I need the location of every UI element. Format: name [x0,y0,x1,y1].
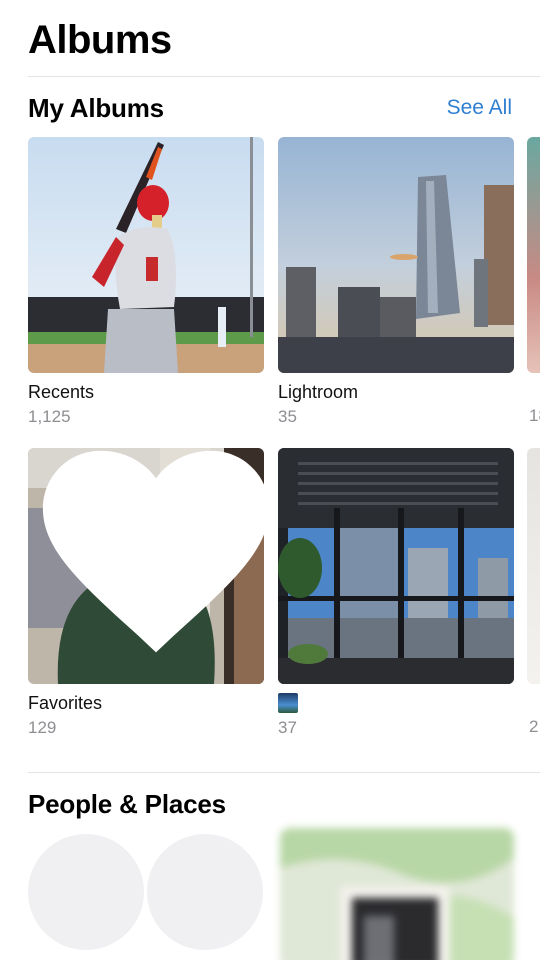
album-name: Recents [28,382,95,402]
section-divider [28,772,540,773]
skyline-photo [278,137,514,373]
album-thumbnail-icon [278,693,298,713]
album-peek-count: 18 [529,406,540,425]
album-thumbnail-recents[interactable] [28,137,264,373]
album-count: 35 [278,407,297,426]
header-divider [28,76,540,77]
window-view-photo [278,448,514,684]
places-map-thumbnail[interactable] [280,828,514,960]
my-albums-title: My Albums [28,93,164,123]
album-name [278,692,514,714]
album-count: 1,125 [28,407,71,426]
album-peek-count: 2 [529,717,539,736]
album-recents[interactable]: Recents 1,125 [28,137,264,427]
album-name: Lightroom [278,382,359,402]
album-name: Favorites [28,693,103,713]
album-count: 37 [278,718,297,737]
album-peek-thumbnail[interactable] [527,137,540,373]
person-placeholder[interactable] [147,834,263,950]
album-favorites[interactable]: Favorites 129 [28,448,264,738]
heart-icon [42,450,264,653]
people-places-title: People & Places [28,789,226,819]
page-title: Albums [28,18,172,62]
album-lightroom[interactable]: Lightroom 35 [278,137,514,427]
album-peek-thumbnail[interactable] [527,448,540,684]
album-thumbnail-lightroom[interactable] [278,137,514,373]
person-placeholder[interactable] [28,834,144,950]
see-all-button[interactable]: See All [447,96,512,120]
album-thumbnail-untitled[interactable] [278,448,514,684]
album-thumbnail-favorites[interactable] [28,448,264,684]
map-photo [280,828,514,960]
baseball-photo [28,137,264,373]
album-untitled[interactable]: 37 [278,448,514,738]
album-count: 129 [28,718,57,737]
